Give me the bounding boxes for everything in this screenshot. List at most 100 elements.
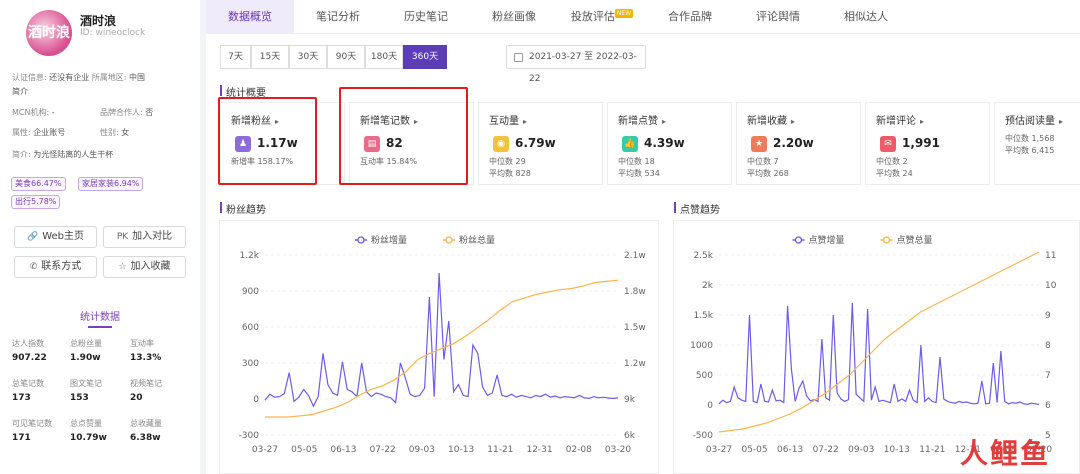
collect-icon: ★ <box>751 136 767 152</box>
overview-card[interactable]: 新增收藏 ★ 2.20w 中位数 7 平均数 268 <box>736 102 861 185</box>
legend-marker <box>882 236 891 244</box>
phone-icon: ✆ <box>29 262 38 272</box>
comment-icon: ✉ <box>880 136 896 152</box>
contact-button[interactable]: ✆ 联系方式 <box>14 256 97 278</box>
series-line-left <box>264 272 619 408</box>
pk-icon: PK <box>116 232 129 242</box>
x-tick: 07-22 <box>813 445 839 455</box>
tab-label: 合作品牌 <box>668 10 712 23</box>
card-subtext: 中位数 29 平均数 828 <box>489 156 531 180</box>
tab-label: 投放评估 <box>570 10 615 23</box>
y-tick-left: 0 <box>253 395 259 405</box>
stat-label: 总笔记数 <box>12 379 44 388</box>
stat-value: 1.90w <box>70 353 101 363</box>
x-tick: 03-27 <box>252 445 278 455</box>
period-button[interactable]: 15天 <box>251 45 289 69</box>
tab-item[interactable]: 粉丝画像 <box>470 0 558 34</box>
category-tag: 家居家装6.94% <box>78 177 144 191</box>
legend-marker <box>357 236 365 244</box>
stat-value: 20 <box>130 393 143 403</box>
x-tick: 12-31 <box>526 445 552 455</box>
highlight-box <box>339 87 468 185</box>
tab-item[interactable]: 投放评估 NEW <box>558 0 646 34</box>
x-tick: 10-13 <box>884 445 910 455</box>
tab-item[interactable]: 相似达人 <box>822 0 910 34</box>
period-button[interactable]: 180天 <box>365 45 403 69</box>
y-tick-right: 8 <box>1045 341 1051 351</box>
tab-item[interactable]: 笔记分析 <box>294 0 382 34</box>
card-subtext: 中位数 2 平均数 24 <box>876 156 913 180</box>
info-bio: 简介: 为光怪陆离的人生干杯 <box>12 150 114 159</box>
interaction-icon: ◉ <box>493 136 509 152</box>
add-favorite-button[interactable]: ☆ 加入收藏 <box>103 256 186 278</box>
y-tick-left: 900 <box>242 287 259 297</box>
stat-label: 达人指数 <box>12 339 44 348</box>
card-value: 1,991 <box>902 136 940 150</box>
tab-item[interactable]: 数据概览 <box>206 0 294 34</box>
stat-value: 10.79w <box>70 433 107 443</box>
card-sub-line: 平均数 24 <box>876 169 913 178</box>
fans-chart-title: 粉丝趋势 <box>220 201 266 216</box>
y-tick-left: 300 <box>242 359 259 369</box>
tab-item[interactable]: 评论舆情 <box>734 0 822 34</box>
card-sub-line: 中位数 1,568 <box>1005 134 1055 143</box>
y-tick-left: -300 <box>239 431 260 441</box>
like-icon: 👍 <box>622 136 638 152</box>
legend-label: 点赞增量 <box>809 234 845 246</box>
overview-card[interactable]: 新增评论 ✉ 1,991 中位数 2 平均数 24 <box>865 102 990 185</box>
card-sub-line: 平均数 268 <box>747 169 789 178</box>
overview-card[interactable]: 新增点赞 👍 4.39w 中位数 18 平均数 534 <box>607 102 732 185</box>
period-button[interactable]: 7天 <box>220 45 251 69</box>
overview-card[interactable]: 互动量 ◉ 6.79w 中位数 29 平均数 828 <box>478 102 603 185</box>
y-tick-right: 2.1w <box>624 251 646 261</box>
legend-label: 粉丝增量 <box>371 234 407 246</box>
y-tick-left: 2k <box>702 281 714 291</box>
info-intro-label: 简介 <box>12 87 28 96</box>
stat-label: 可见笔记数 <box>12 419 52 428</box>
legend-label: 点赞总量 <box>897 234 933 246</box>
y-tick-left: 1.5k <box>693 311 713 321</box>
tab-label: 数据概览 <box>228 10 272 23</box>
series-line-left <box>718 302 1040 406</box>
new-badge: NEW <box>614 9 634 18</box>
add-compare-button[interactable]: PK 加入对比 <box>103 226 186 248</box>
y-tick-right: 10 <box>1045 281 1057 291</box>
x-tick: 09-03 <box>409 445 435 455</box>
web-home-button[interactable]: 🔗 Web主页 <box>14 226 97 248</box>
link-icon: 🔗 <box>26 232 39 242</box>
x-tick: 05-05 <box>741 445 767 455</box>
account-name: 酒时浪 <box>80 14 117 28</box>
info-attribute: 属性: 企业账号 <box>12 128 66 137</box>
card-subtext: 中位数 18 平均数 534 <box>618 156 660 180</box>
period-button[interactable]: 90天 <box>327 45 365 69</box>
info-brand-partner: 品牌合作人: 否 <box>100 108 154 117</box>
y-tick-left: 0 <box>707 401 713 411</box>
stat-label: 总收藏量 <box>130 419 162 428</box>
card-sub-line: 平均数 6,415 <box>1005 146 1055 155</box>
y-tick-left: 500 <box>696 371 713 381</box>
overview-card[interactable]: 预估阅读量中位数 1,568 平均数 6,415 <box>994 102 1080 185</box>
highlight-box <box>218 97 317 185</box>
card-title: 预估阅读量 <box>1005 112 1063 127</box>
stat-label: 图文笔记 <box>70 379 102 388</box>
likes-chart-title: 点赞趋势 <box>674 201 720 216</box>
period-button[interactable]: 30天 <box>289 45 327 69</box>
x-tick: 09-03 <box>848 445 874 455</box>
stats-title[interactable]: 统计数据 <box>0 308 200 323</box>
date-range-picker[interactable]: 2021-03-27 至 2022-03-22 <box>506 45 646 84</box>
y-tick-left: 1.2k <box>239 251 259 261</box>
card-title: 新增评论 <box>876 112 924 127</box>
y-tick-right: 7 <box>1045 371 1051 381</box>
y-tick-right: 9k <box>624 395 636 405</box>
card-value: 6.79w <box>515 136 556 150</box>
tab-item[interactable]: 历史笔记 <box>382 0 470 34</box>
x-tick: 03-20 <box>605 445 631 455</box>
tab-item[interactable]: 合作品牌 <box>646 0 734 34</box>
period-button[interactable]: 360天 <box>403 45 447 69</box>
x-tick: 07-22 <box>370 445 396 455</box>
card-title: 互动量 <box>489 112 527 127</box>
card-value: 2.20w <box>773 136 814 150</box>
x-tick: 11-21 <box>919 445 945 455</box>
stat-value: 173 <box>12 393 31 403</box>
y-tick-right: 6k <box>624 431 636 441</box>
